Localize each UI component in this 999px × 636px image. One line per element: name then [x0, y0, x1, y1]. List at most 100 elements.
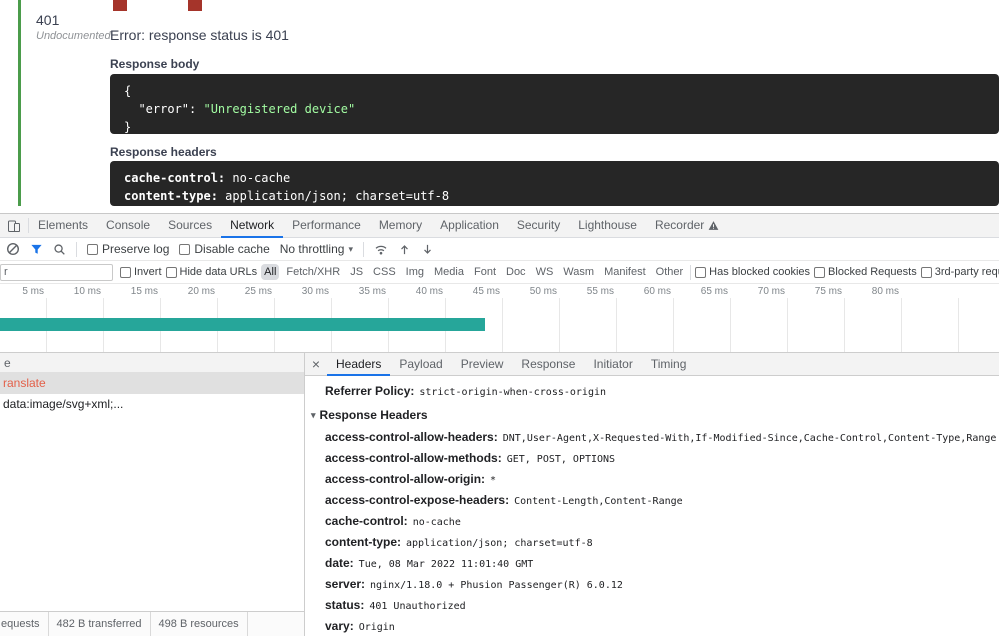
tab-console[interactable]: Console [97, 214, 159, 238]
tab-network[interactable]: Network [221, 214, 283, 238]
filter-type-manifest[interactable]: Manifest [601, 264, 649, 280]
time-tick: 5 ms [22, 286, 44, 297]
disable-cache-checkbox[interactable]: Disable cache [179, 242, 270, 256]
has-blocked-cookies-checkbox[interactable]: Has blocked cookies [695, 266, 810, 278]
time-tick: 65 ms [700, 286, 728, 297]
checkbox-label: Hide data URLs [179, 266, 258, 278]
checkbox-label: Has blocked cookies [709, 266, 811, 278]
response-headers-label: Response headers [110, 145, 217, 159]
checkbox[interactable] [814, 266, 826, 278]
filter-type-fetch-xhr[interactable]: Fetch/XHR [283, 264, 343, 280]
header-name: access-control-allow-headers: [325, 430, 498, 444]
divider [76, 241, 77, 257]
response-headers-section[interactable]: ▾ Response Headers [305, 406, 999, 425]
preserve-log-checkbox[interactable]: Preserve log [87, 242, 169, 256]
checkbox[interactable] [695, 266, 707, 278]
tab-label: Performance [292, 218, 361, 232]
filter-input[interactable] [0, 263, 113, 281]
filter-type-js[interactable]: JS [347, 264, 366, 280]
device-toolbar-icon[interactable] [7, 219, 21, 233]
header-name: access-control-allow-origin: [325, 472, 486, 486]
header-name: content-type: [124, 189, 218, 203]
time-tick: 50 ms [529, 286, 557, 297]
search-icon[interactable] [53, 243, 66, 256]
tab-headers[interactable]: Headers [327, 353, 390, 376]
json-open-brace: { [124, 84, 132, 98]
filter-funnel-icon[interactable] [30, 243, 43, 256]
time-tick: 80 ms [871, 286, 899, 297]
devtools-panel: Elements Console Sources Network Perform… [0, 213, 999, 636]
network-overview-timeline[interactable]: 5 ms 10 ms 15 ms 20 ms 25 ms 30 ms 35 ms… [0, 284, 999, 353]
checkbox[interactable] [179, 243, 191, 255]
filter-type-media[interactable]: Media [431, 264, 467, 280]
header-line: cache-control: no-cache [305, 511, 999, 532]
red-marker [113, 0, 127, 11]
header-name: access-control-allow-methods: [325, 451, 502, 465]
filter-type-css[interactable]: CSS [370, 264, 399, 280]
checkbox[interactable] [120, 266, 131, 278]
response-body-code: { "error": "Unregistered device" } [110, 74, 999, 134]
tab-lighthouse[interactable]: Lighthouse [569, 214, 646, 238]
tab-response[interactable]: Response [512, 353, 584, 376]
overview-gridlines [0, 298, 999, 352]
throttling-dropdown[interactable]: No throttling ▾ [280, 242, 353, 256]
tab-memory[interactable]: Memory [370, 214, 431, 238]
filter-type-other[interactable]: Other [653, 264, 687, 280]
filter-type-font[interactable]: Font [471, 264, 499, 280]
tab-preview[interactable]: Preview [452, 353, 513, 376]
clear-icon[interactable] [6, 242, 20, 256]
name-column-header[interactable]: e [0, 353, 304, 373]
filter-type-wasm[interactable]: Wasm [560, 264, 597, 280]
time-tick: 35 ms [358, 286, 386, 297]
header-name: date: [325, 556, 354, 570]
invert-checkbox[interactable]: Invert [120, 266, 162, 278]
network-conditions-icon[interactable] [374, 242, 388, 256]
tab-sources[interactable]: Sources [159, 214, 221, 238]
filter-type-img[interactable]: Img [403, 264, 427, 280]
header-name: access-control-expose-headers: [325, 493, 510, 507]
time-tick: 45 ms [472, 286, 500, 297]
tab-elements[interactable]: Elements [29, 214, 97, 238]
download-arrow-icon[interactable] [421, 243, 434, 256]
tab-application[interactable]: Application [431, 214, 508, 238]
divider [690, 264, 692, 280]
request-details-panel: × Headers Payload Preview Response Initi… [305, 353, 999, 636]
tab-label: Elements [38, 218, 89, 232]
header-line: access-control-allow-origin: * [305, 469, 999, 490]
disclosure-triangle-icon: ▾ [311, 410, 316, 420]
filter-type-ws[interactable]: WS [533, 264, 557, 280]
tab-security[interactable]: Security [508, 214, 569, 238]
header-line: access-control-allow-headers: DNT,User-Ag… [305, 427, 999, 448]
request-row[interactable]: ranslate [0, 373, 304, 394]
tab-label: Memory [378, 218, 423, 232]
request-row[interactable]: data:image/svg+xml;... [0, 394, 304, 415]
tab-performance[interactable]: Performance [283, 214, 370, 238]
checkbox[interactable] [87, 243, 98, 255]
hide-data-urls-checkbox[interactable]: Hide data URLs [165, 266, 258, 278]
checkbox[interactable] [920, 266, 932, 278]
checkbox[interactable] [165, 266, 177, 278]
header-value: DNT,User-Agent,X-Requested-With,If-Modif… [502, 433, 997, 444]
response-status-note: Undocumented [36, 30, 111, 42]
upload-arrow-icon[interactable] [398, 243, 411, 256]
transferred-size: 482 B transferred [49, 612, 151, 636]
response-headers-code: cache-control: no-cache content-type: ap… [110, 161, 999, 206]
blocked-requests-checkbox[interactable]: Blocked Requests [814, 266, 917, 278]
chevron-down-icon: ▾ [348, 243, 353, 254]
tab-recorder[interactable]: Recorder [646, 214, 728, 238]
response-status-code: 401 [36, 12, 60, 28]
filter-type-all[interactable]: All [261, 264, 280, 280]
headers-content: Referrer Policy: strict-origin-when-cross… [305, 376, 999, 636]
checkbox-label: Disable cache [194, 242, 270, 256]
header-value: Content-Length,Content-Range [514, 496, 683, 507]
tab-label: Security [516, 218, 561, 232]
json-error-key: "error": [124, 102, 204, 116]
close-icon[interactable]: × [305, 353, 327, 376]
filter-type-doc[interactable]: Doc [503, 264, 529, 280]
tab-initiator[interactable]: Initiator [584, 353, 641, 376]
time-tick: 75 ms [814, 286, 842, 297]
tab-timing[interactable]: Timing [642, 353, 696, 376]
third-party-requests-checkbox[interactable]: 3rd-party requests [920, 266, 999, 278]
tab-payload[interactable]: Payload [390, 353, 451, 376]
swagger-response-section: 401 Undocumented Error: response status … [0, 0, 999, 213]
